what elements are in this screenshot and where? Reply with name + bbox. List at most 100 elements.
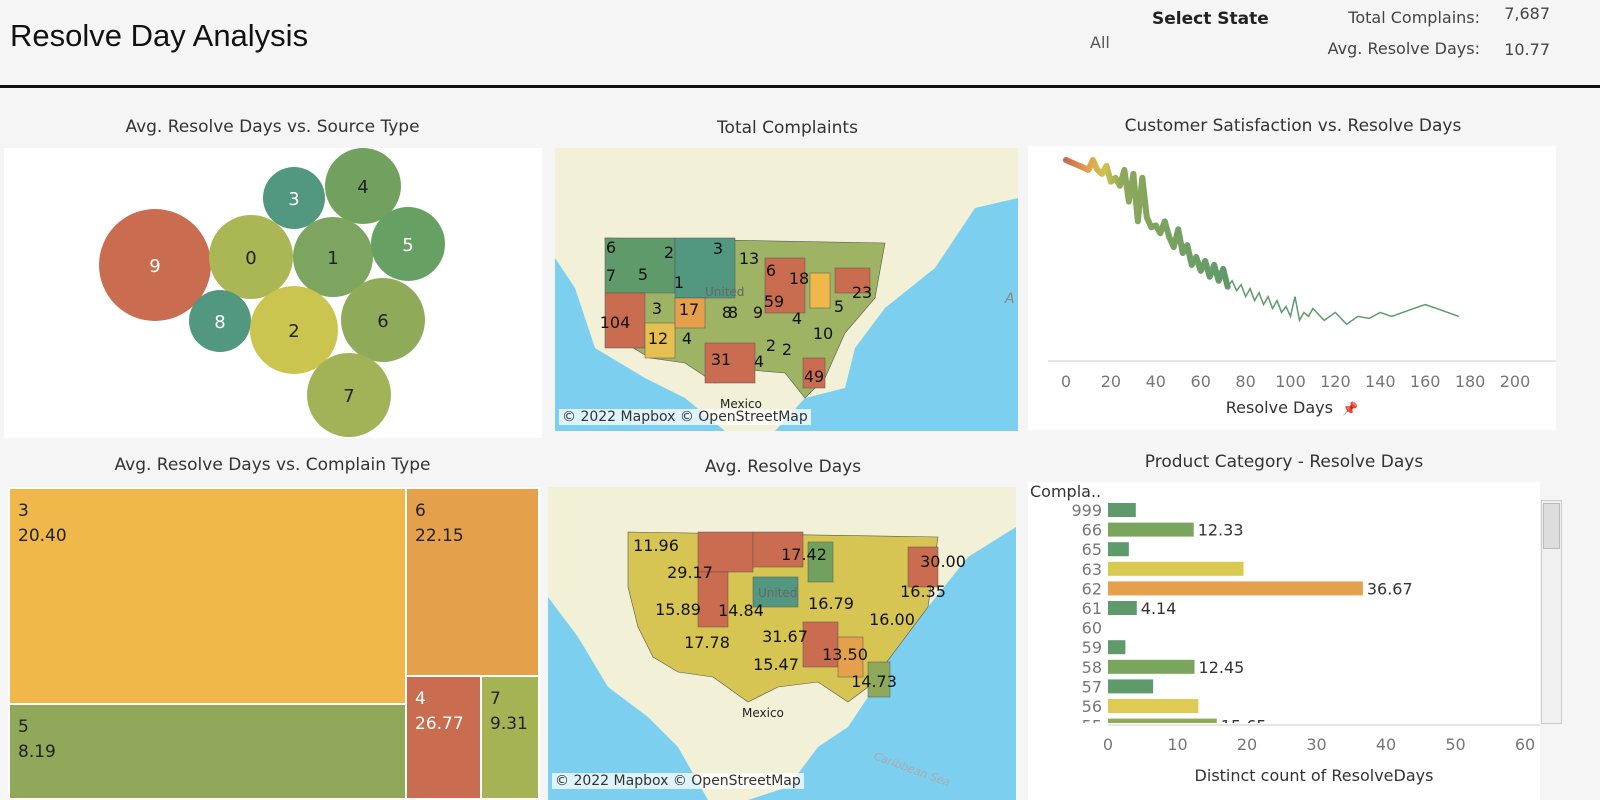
ohio: [809, 272, 831, 309]
bar[interactable]: [1108, 503, 1136, 517]
bubble-label: 8: [214, 312, 225, 333]
treemap-cell-label: 5: [18, 717, 29, 737]
bar-rows: 99966 12.33 656362 36.67 61 4.14 605958 12.45 57…: [1071, 501, 1413, 733]
category-label: 999: [1071, 501, 1102, 520]
category-label: 65: [1082, 540, 1102, 559]
treemap-cell[interactable]: 3 20.40: [8, 487, 407, 705]
x-tick-label: 0: [1061, 372, 1071, 391]
treemap-cell-value: 8.19: [18, 742, 56, 762]
satisfaction-line-chart: 0 20 40 60 80 100 120 140 160 180 200 Resolve Days…: [1028, 146, 1556, 430]
map-value-label: 13: [739, 249, 759, 268]
bar-value-label: 36.67: [1367, 579, 1413, 598]
x-tick-label: 80: [1235, 372, 1255, 391]
map-value-label: 59: [764, 292, 784, 311]
category-label: 56: [1082, 697, 1102, 716]
avg-days-map-title: Avg. Resolve Days: [704, 457, 862, 477]
avg-resolve-days-label: Avg. Resolve Days:: [1327, 39, 1480, 58]
bubble-label: 7: [343, 386, 354, 407]
category-label: 59: [1082, 638, 1102, 657]
state-filter-dropdown[interactable]: All: [1090, 33, 1130, 52]
total-complains-label: Total Complains:: [1348, 8, 1480, 27]
x-tick-label: 120: [1320, 372, 1351, 391]
page-title: Resolve Day Analysis: [10, 18, 309, 53]
bubble-label: 2: [288, 321, 299, 342]
bar[interactable]: [1108, 640, 1126, 655]
avg-days-map-svg: 11.96 17.42 29.17 30.00 16.35 15.89 14.84 16.79…: [548, 487, 1016, 800]
bar[interactable]: [1108, 581, 1363, 596]
map-value-label: 31.67: [762, 627, 808, 646]
map-value-label: 3: [652, 299, 662, 318]
bar-value-label: 12.45: [1199, 658, 1245, 677]
x-tick-label: 40: [1146, 372, 1166, 391]
map-value-label: 6: [606, 238, 616, 257]
product-chart-scrollbar[interactable]: [1541, 500, 1562, 724]
map-value-label: 7: [606, 266, 616, 285]
map-value-label: 3: [713, 239, 723, 258]
bar[interactable]: [1108, 542, 1129, 557]
category-label: 57: [1082, 677, 1102, 696]
treemap-cell-label: 3: [18, 501, 29, 521]
map-value-label: 15.89: [655, 600, 701, 619]
treemap-cell[interactable]: 4 26.77: [405, 675, 482, 800]
satisfaction-line-thick[interactable]: [1063, 156, 1231, 290]
map-value-label: 5: [638, 265, 648, 284]
avg-days-map[interactable]: 11.96 17.42 29.17 30.00 16.35 15.89 14.84 16.79…: [548, 487, 1016, 800]
bar[interactable]: [1108, 679, 1154, 694]
map-value-label: 5: [834, 297, 844, 316]
x-tick-label: 180: [1455, 372, 1486, 391]
treemap-cell-value: 22.15: [415, 526, 464, 546]
x-tick-label: 140: [1365, 372, 1396, 391]
map-value-label: 14.73: [851, 672, 897, 691]
bar[interactable]: [1108, 699, 1199, 713]
source-bubble-chart: 9 0 3 4 1 5 8 2 6 7: [4, 148, 542, 438]
map-attribution[interactable]: © 2022 Mapbox © OpenStreetMap: [559, 409, 811, 425]
pin-icon[interactable]: 📌: [1342, 402, 1358, 417]
map-label-atlantic: A: [1004, 291, 1015, 307]
map-value-label: 31: [711, 350, 731, 369]
satisfaction-chart-title: Customer Satisfaction vs. Resolve Days: [1124, 116, 1462, 136]
x-tick-label: 50: [1445, 735, 1465, 754]
complain-type-treemap: 3 20.40 6 22.15 5 8.19 4 26.77 7 9.31: [8, 487, 540, 800]
map-value-label: 1: [674, 273, 684, 292]
map-value-label: 18: [789, 269, 809, 288]
total-complains-value: 7,687: [1504, 4, 1550, 23]
scrollbar-thumb[interactable]: [1543, 503, 1560, 549]
bar[interactable]: [1108, 601, 1137, 615]
bar[interactable]: [1108, 561, 1244, 576]
map-value-label: 16.79: [808, 594, 854, 613]
complain-type-title: Avg. Resolve Days vs. Complain Type: [114, 455, 431, 475]
map-label-mexico: Mexico: [742, 706, 784, 720]
bubble-label: 1: [327, 248, 338, 269]
map-value-label: 49: [804, 367, 824, 386]
category-label: 60: [1082, 619, 1102, 638]
treemap-cell[interactable]: 5 8.19: [8, 703, 407, 800]
x-tick-label: 30: [1306, 735, 1326, 754]
satisfaction-line[interactable]: [1227, 279, 1460, 326]
dashboard-header: Resolve Day Analysis Select State All To…: [0, 0, 1600, 88]
category-label: 61: [1082, 599, 1102, 618]
bar-value-label: 12.33: [1198, 521, 1244, 540]
map-value-label: 6: [766, 261, 776, 280]
bar[interactable]: [1108, 659, 1195, 674]
category-label: 62: [1082, 579, 1102, 598]
treemap-cell-value: 9.31: [490, 714, 528, 734]
x-tick-label: 60: [1191, 372, 1211, 391]
bubble-label: 4: [357, 177, 368, 198]
treemap-cell-value: 20.40: [18, 526, 67, 546]
bar-x-axis-title: Distinct count of ResolveDays: [1194, 766, 1434, 785]
category-label: 58: [1082, 658, 1102, 677]
treemap-cell-label: 4: [415, 689, 426, 709]
treemap-cell[interactable]: 6 22.15: [405, 487, 540, 677]
x-tick-label: 200: [1500, 372, 1531, 391]
map-value-label: 2: [782, 340, 792, 359]
complaints-map[interactable]: 6 2 3 7 5 13 6 1 18 3 17 8 59 23 104 12 4 8 9 4 5 10 31 2 2 4 49 M…: [555, 148, 1018, 431]
bubble-label: 3: [288, 189, 299, 210]
map-value-label: 15.47: [753, 655, 799, 674]
map-value-label: 30.00: [920, 552, 966, 571]
treemap-cell[interactable]: 7 9.31: [480, 675, 540, 800]
map-value-label: 8: [728, 303, 738, 322]
bar[interactable]: [1108, 522, 1194, 537]
map-attribution[interactable]: © 2022 Mapbox © OpenStreetMap: [552, 773, 804, 789]
product-bar-chart: Compla.. 999 66 12.33 65 63 62 36.67 61 4.14 60 59…: [1028, 482, 1540, 800]
bar[interactable]: [1108, 718, 1217, 733]
